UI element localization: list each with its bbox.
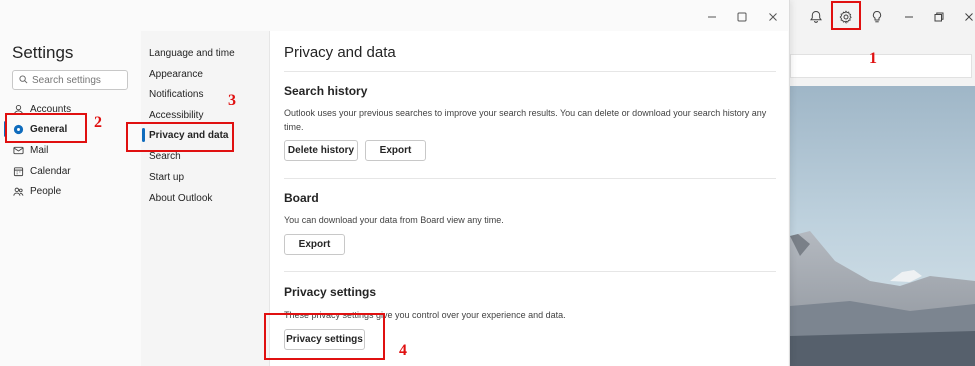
- category-people[interactable]: People: [12, 182, 61, 200]
- annotation-box-1: [831, 1, 861, 30]
- board-description: You can download your data from Board vi…: [284, 215, 504, 225]
- subcategory-appearance[interactable]: Appearance: [149, 66, 203, 82]
- privacy-settings-heading: Privacy settings: [284, 285, 377, 299]
- settings-search-input[interactable]: [32, 74, 124, 86]
- page-title: Privacy and data: [284, 44, 396, 61]
- restore-icon[interactable]: [928, 6, 950, 28]
- settings-category-nav: Settings Accounts General Mail: [0, 0, 141, 366]
- annotation-number-4: 4: [399, 342, 407, 359]
- category-label: People: [30, 185, 62, 197]
- annotation-number-3: 3: [228, 92, 236, 109]
- settings-subcategory-nav: Language and time Appearance Notificatio…: [141, 31, 270, 366]
- background-landscape-image: [790, 86, 975, 366]
- search-history-heading: Search history: [284, 84, 368, 98]
- category-label: Calendar: [30, 165, 71, 177]
- annotation-number-2: 2: [94, 114, 102, 131]
- minimize-icon[interactable]: [898, 6, 920, 28]
- subcategory-start-up[interactable]: Start up: [149, 169, 184, 185]
- close-icon[interactable]: [958, 6, 975, 28]
- divider: [284, 271, 776, 272]
- dialog-close-icon[interactable]: [766, 10, 780, 24]
- people-icon: [12, 185, 24, 197]
- settings-title: Settings: [12, 43, 74, 62]
- export-board-button[interactable]: Export: [284, 234, 345, 255]
- search-history-description: Outlook uses your previous searches to i…: [284, 108, 767, 132]
- subcategory-notifications[interactable]: Notifications: [149, 86, 203, 102]
- annotation-box-3: [126, 122, 234, 152]
- annotation-box-2: [5, 113, 87, 143]
- subcategory-about-outlook[interactable]: About Outlook: [149, 190, 212, 206]
- search-icon: [19, 73, 28, 87]
- divider: [284, 71, 776, 72]
- calendar-icon: [12, 165, 24, 177]
- mail-icon: [12, 144, 24, 156]
- divider: [284, 178, 776, 179]
- dialog-maximize-icon[interactable]: [735, 10, 749, 24]
- category-calendar[interactable]: Calendar: [12, 162, 71, 180]
- background-search-bar[interactable]: [790, 54, 972, 78]
- dialog-minimize-icon[interactable]: [705, 10, 719, 24]
- export-search-history-button[interactable]: Export: [365, 140, 426, 161]
- subcategory-accessibility[interactable]: Accessibility: [149, 107, 203, 123]
- delete-history-button[interactable]: Delete history: [284, 140, 358, 161]
- annotation-number-1: 1: [869, 50, 877, 67]
- lightbulb-icon[interactable]: [866, 6, 888, 28]
- category-mail[interactable]: Mail: [12, 141, 48, 159]
- annotation-box-4: [264, 313, 385, 360]
- settings-dialog: Settings Accounts General Mail: [0, 0, 790, 366]
- subcategory-language-and-time[interactable]: Language and time: [149, 45, 235, 61]
- category-label: Mail: [30, 144, 49, 156]
- board-heading: Board: [284, 191, 319, 205]
- bell-icon[interactable]: [805, 6, 827, 28]
- settings-search-box[interactable]: [12, 70, 128, 90]
